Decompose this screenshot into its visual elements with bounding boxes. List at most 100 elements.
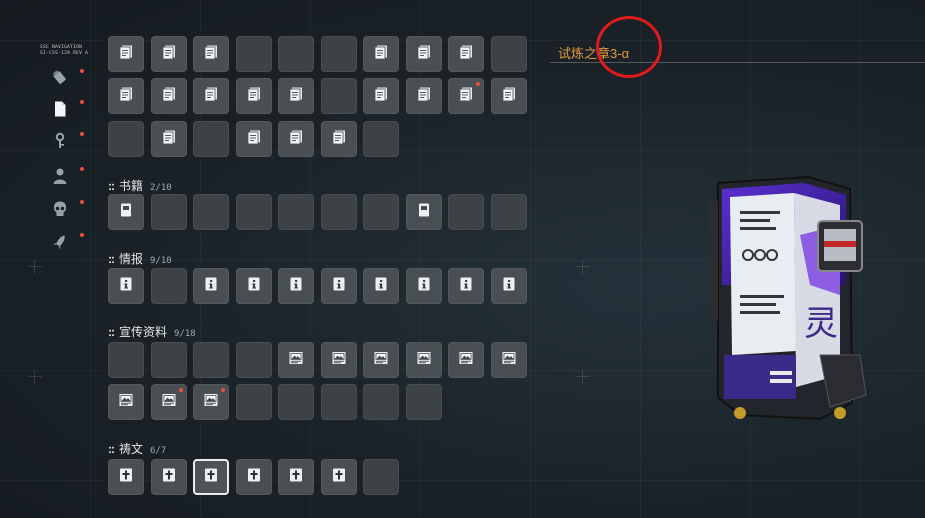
info-slot[interactable] — [193, 268, 229, 304]
document-slot[interactable] — [405, 36, 442, 72]
info-icon — [246, 276, 262, 297]
document-slot[interactable] — [193, 78, 229, 114]
empty-slot[interactable] — [108, 342, 144, 378]
empty-slot[interactable] — [150, 194, 187, 230]
empty-slot[interactable] — [363, 121, 399, 157]
empty-slot[interactable] — [405, 384, 442, 420]
empty-slot[interactable] — [448, 194, 484, 230]
empty-slot[interactable] — [235, 384, 272, 420]
image-slot[interactable] — [320, 342, 357, 378]
nav-item-rocket[interactable] — [48, 232, 72, 256]
document-slot[interactable] — [448, 36, 484, 72]
empty-slot[interactable] — [193, 342, 229, 378]
document-slot[interactable] — [150, 36, 187, 72]
image-slot[interactable] — [108, 384, 144, 420]
document-icon — [288, 86, 304, 107]
nav-item-skull[interactable] — [48, 199, 72, 223]
image-slot[interactable] — [405, 342, 442, 378]
document-slot[interactable] — [108, 36, 144, 72]
empty-slot[interactable] — [320, 194, 357, 230]
info-slot[interactable] — [490, 268, 527, 304]
book-slot[interactable] — [405, 194, 442, 230]
document-slot[interactable] — [490, 78, 527, 114]
cross-slot[interactable] — [320, 459, 357, 495]
empty-slot[interactable] — [320, 78, 357, 114]
info-icon — [373, 276, 389, 297]
document-slot[interactable] — [320, 121, 357, 157]
info-slot[interactable] — [235, 268, 272, 304]
document-slot[interactable] — [405, 78, 442, 114]
document-icon — [501, 86, 517, 107]
image-slot[interactable] — [193, 384, 229, 420]
usb-drive-icon — [51, 69, 69, 92]
document-slot[interactable] — [363, 78, 399, 114]
empty-slot[interactable] — [235, 36, 272, 72]
section-count: 9/10 — [150, 256, 172, 266]
document-slot[interactable] — [278, 78, 314, 114]
info-slot[interactable] — [108, 268, 144, 304]
document-icon — [203, 86, 219, 107]
document-slot[interactable] — [150, 78, 187, 114]
document-slot[interactable] — [363, 36, 399, 72]
document-slot[interactable] — [150, 121, 187, 157]
empty-slot[interactable] — [278, 36, 314, 72]
info-icon — [331, 276, 347, 297]
book-icon — [416, 202, 432, 223]
cross-slot[interactable] — [278, 459, 314, 495]
section-count: 2/10 — [150, 183, 172, 193]
nav-item-usb-drive[interactable] — [48, 68, 72, 92]
cross-slot[interactable] — [193, 459, 229, 495]
document-slot[interactable] — [278, 121, 314, 157]
empty-slot[interactable] — [490, 194, 527, 230]
empty-slot[interactable] — [363, 384, 399, 420]
info-slot[interactable] — [363, 268, 399, 304]
empty-slot[interactable] — [108, 121, 144, 157]
image-slot[interactable] — [363, 342, 399, 378]
section-label: 祷文 — [119, 442, 144, 456]
empty-slot[interactable] — [278, 384, 314, 420]
info-slot[interactable] — [320, 268, 357, 304]
image-icon — [331, 350, 347, 371]
document-slot[interactable] — [235, 78, 272, 114]
document-slot[interactable] — [235, 121, 272, 157]
crosshair-marker — [576, 370, 590, 384]
document-icon — [118, 44, 134, 65]
empty-slot[interactable] — [278, 194, 314, 230]
section-marker: :: — [108, 325, 115, 339]
document-slot[interactable] — [108, 78, 144, 114]
image-slot[interactable] — [448, 342, 484, 378]
empty-slot[interactable] — [235, 194, 272, 230]
info-slot[interactable] — [405, 268, 442, 304]
nav-item-person[interactable] — [48, 166, 72, 190]
empty-slot[interactable] — [235, 342, 272, 378]
empty-slot[interactable] — [363, 194, 399, 230]
info-icon — [203, 276, 219, 297]
empty-slot[interactable] — [320, 36, 357, 72]
image-slot[interactable] — [150, 384, 187, 420]
empty-slot[interactable] — [193, 121, 229, 157]
image-icon — [161, 392, 177, 413]
document-slot[interactable] — [448, 78, 484, 114]
cross-slot[interactable] — [150, 459, 187, 495]
empty-slot[interactable] — [490, 36, 527, 72]
image-slot[interactable] — [278, 342, 314, 378]
empty-slot[interactable] — [150, 342, 187, 378]
info-slot[interactable] — [448, 268, 484, 304]
nav-item-document[interactable] — [48, 99, 72, 123]
highlight-circle — [596, 16, 662, 78]
info-slot[interactable] — [278, 268, 314, 304]
empty-slot[interactable] — [363, 459, 399, 495]
crosshair-marker — [28, 370, 42, 384]
document-slot[interactable] — [193, 36, 229, 72]
image-slot[interactable] — [490, 342, 527, 378]
document-icon — [51, 100, 69, 123]
nav-item-key[interactable] — [48, 131, 72, 155]
image-icon — [118, 392, 134, 413]
empty-slot[interactable] — [320, 384, 357, 420]
cross-slot[interactable] — [108, 459, 144, 495]
document-icon — [203, 44, 219, 65]
cross-slot[interactable] — [235, 459, 272, 495]
empty-slot[interactable] — [193, 194, 229, 230]
empty-slot[interactable] — [150, 268, 187, 304]
book-slot[interactable] — [108, 194, 144, 230]
